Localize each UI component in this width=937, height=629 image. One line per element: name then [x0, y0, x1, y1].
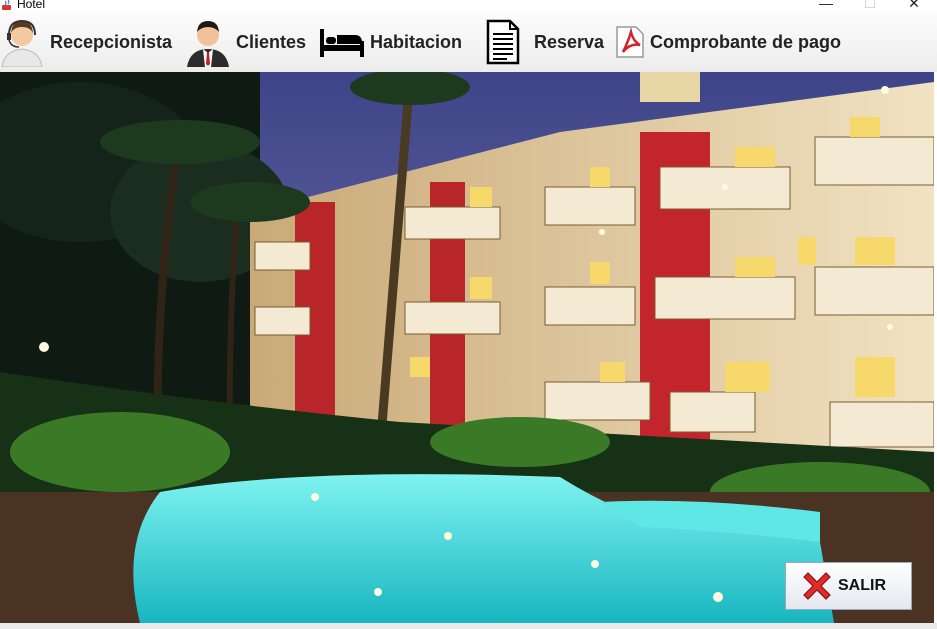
minimize-button[interactable]: —	[803, 0, 849, 12]
menu-reserva-label: Reserva	[534, 31, 605, 52]
salir-label: SALIR	[838, 577, 886, 594]
menu-bar: Recepcionista Clientes Habitacion Reserv…	[0, 12, 937, 72]
menu-habitacion-label: Habitacion	[370, 31, 463, 52]
hotel-background-image	[0, 72, 934, 623]
java-app-icon	[2, 0, 11, 10]
maximize-button[interactable]: ☐	[847, 0, 893, 12]
menu-reserva[interactable]: Reserva	[486, 12, 604, 72]
menu-clientes-label: Clientes	[236, 31, 307, 52]
red-x-icon	[803, 572, 831, 600]
menu-comprobante-label: Comprobante de pago	[650, 31, 842, 52]
menu-clientes[interactable]: Clientes	[186, 12, 306, 72]
pdf-icon	[616, 26, 644, 58]
bottom-strip	[0, 623, 937, 629]
salir-button[interactable]: SALIR	[785, 562, 912, 610]
businessman-icon	[187, 21, 229, 67]
bed-icon	[320, 29, 364, 57]
menu-habitacion[interactable]: Habitacion	[320, 12, 462, 72]
receptionist-icon	[1, 19, 43, 67]
menu-recepcionista[interactable]: Recepcionista	[0, 12, 172, 72]
title-bar: Hotel — ☐ ✕	[0, 0, 937, 12]
menu-recepcionista-label: Recepcionista	[50, 31, 173, 52]
window-title: Hotel	[17, 0, 46, 11]
document-icon	[486, 19, 520, 65]
close-button[interactable]: ✕	[891, 0, 937, 12]
menu-comprobante[interactable]: Comprobante de pago	[616, 12, 841, 72]
